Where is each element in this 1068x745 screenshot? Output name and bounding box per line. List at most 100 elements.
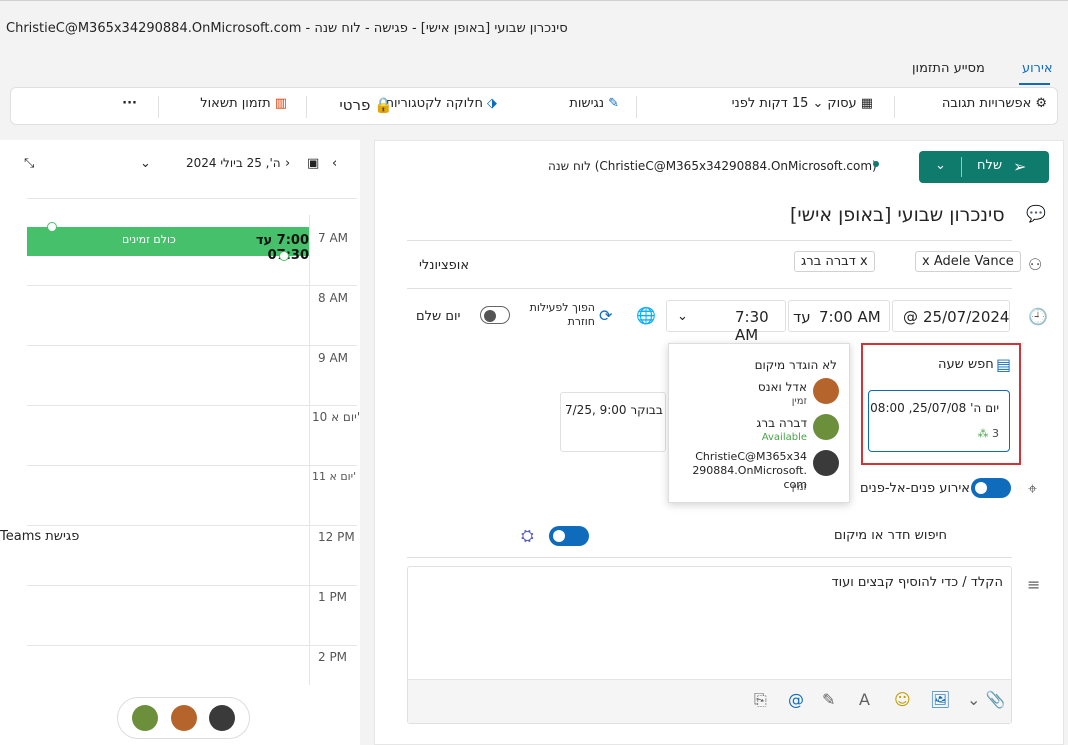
avatar: [813, 378, 839, 404]
event-time: 7:00 עד 07:30: [255, 233, 309, 263]
divider: [961, 157, 962, 177]
attendee-chip[interactable]: דברה ברג x: [794, 251, 875, 272]
format-toolbar: [408, 679, 1011, 723]
all-day-toggle[interactable]: [480, 306, 510, 324]
grid-line: [27, 405, 357, 406]
tab-bar: אירוע מסייע התזמון: [0, 58, 1068, 82]
avatar: [171, 705, 197, 731]
resize-handle[interactable]: [47, 222, 57, 232]
remove-icon[interactable]: x: [922, 254, 930, 269]
grid-line: [27, 198, 357, 199]
tab-scheduling-assistant[interactable]: מסייע התזמון: [912, 61, 985, 76]
text-lines-icon: ≡: [1027, 575, 1041, 594]
divider: [407, 557, 1012, 558]
title-bar: ChristieC@M365x34290884.OnMicrosoft.com …: [0, 0, 1068, 58]
divider: [894, 96, 895, 118]
avatar: [813, 414, 839, 440]
mention-icon[interactable]: @: [788, 690, 804, 709]
accessibility-icon: ✎: [608, 96, 619, 111]
calendar-color-dot: [873, 161, 879, 167]
hour-label: 9 AM: [318, 351, 349, 365]
lock-icon: 🔒: [374, 96, 393, 114]
calendar-selector[interactable]: לוח שנה (ChristieC@M365x34290884.OnMicro…: [548, 159, 877, 173]
availability-popup: לא הוגדר מיקום אדל ואנס זמין דברה ברג Av…: [668, 343, 850, 503]
start-date-field[interactable]: 25/07/2024 @: [892, 300, 1010, 332]
expand-icon[interactable]: ⤡: [24, 156, 34, 171]
event-availability: כולם זמינים: [122, 233, 176, 246]
attach-icon[interactable]: ⌄ 📎: [967, 690, 1005, 709]
draw-icon[interactable]: ✎: [822, 690, 835, 709]
busy-icon: ▦: [860, 96, 873, 111]
suggested-time-slot[interactable]: יום ה' 25/07/08, 08:00 3 ⁂: [868, 390, 1010, 452]
person-status: זמין: [791, 482, 807, 493]
prev-day-button[interactable]: ‹: [332, 156, 337, 171]
divider: [407, 240, 1012, 241]
globe-icon[interactable]: 🌐: [636, 306, 656, 325]
scheduling-poll-button[interactable]: ▥ תזמון תשאול: [200, 96, 287, 111]
in-person-toggle[interactable]: [971, 478, 1011, 498]
next-day-button[interactable]: ›: [285, 156, 290, 171]
format-text-icon[interactable]: A: [859, 690, 870, 709]
divider: [306, 96, 307, 118]
repeat-icon[interactable]: ⟳: [599, 306, 612, 325]
categorize-button[interactable]: ⬗ חלוקה לקטגוריות: [385, 96, 497, 111]
chat-icon: 💬: [1026, 204, 1046, 223]
teams-meeting-label: Teams פגישת: [0, 529, 80, 544]
tab-event[interactable]: אירוע: [1022, 61, 1053, 76]
sliders-icon: ⚙: [1035, 96, 1047, 111]
all-day-label: יום שלם: [416, 309, 461, 324]
hour-label: 12 PM: [318, 530, 355, 544]
image-icon[interactable]: 🖼: [930, 690, 950, 709]
active-tab-indicator: [1019, 83, 1050, 85]
send-button[interactable]: ⌄ שלח ➢: [919, 151, 1049, 183]
hour-label: 2 PM: [318, 650, 348, 664]
event-body-editor[interactable]: הקלד / כדי להוסיף קבצים ועוד: [407, 566, 1012, 724]
attendee-avatars[interactable]: [117, 697, 250, 739]
person-name: ChristieC@M365x34290884.OnMicrosoft.com: [692, 450, 807, 491]
location-icon: ⌖: [1028, 479, 1038, 498]
emoji-icon[interactable]: ☺: [894, 690, 911, 709]
grid-line: [27, 465, 357, 466]
avatar: [132, 705, 158, 731]
tag-icon: ⬗: [487, 96, 497, 111]
divider: [158, 96, 159, 118]
grid-line: [27, 285, 357, 286]
person-status: זמין: [791, 396, 807, 407]
remove-icon[interactable]: x: [860, 254, 868, 269]
person-name: דברה ברג: [756, 416, 807, 430]
event-title-input[interactable]: סינכרון שבועי [באופן אישי]: [790, 204, 1005, 226]
room-search-input[interactable]: חיפוש חדר או מיקום: [834, 528, 947, 543]
divider: [636, 96, 637, 118]
resize-handle[interactable]: [279, 251, 289, 261]
hour-label: 7 AM: [318, 231, 349, 245]
hour-label: 10 יום א': [312, 410, 361, 424]
busy-status-button[interactable]: ▦ עסוק ⌄ 15 דקות לפני: [732, 96, 873, 111]
accessibility-button[interactable]: ✎ נגישות: [569, 96, 619, 111]
teams-toggle[interactable]: [549, 526, 589, 546]
calendar-search-icon: ▤: [996, 355, 1012, 374]
divider: [407, 288, 1012, 289]
no-location-text: לא הוגדר מיקום: [754, 358, 837, 372]
window-title: ChristieC@M365x34290884.OnMicrosoft.com …: [6, 21, 568, 36]
response-options-button[interactable]: ⚙ אפשרויות תגובה: [942, 96, 1047, 111]
send-label: שלח: [977, 158, 1003, 173]
calendar-event-block[interactable]: כולם זמינים 7:00 עד 07:30: [27, 227, 309, 263]
hour-label: 11 יום א': [312, 470, 357, 483]
available-count: 3 ⁂: [977, 427, 1000, 440]
loop-icon[interactable]: ⎘: [754, 690, 767, 710]
people-icon: ⚇: [1028, 255, 1043, 274]
attendee-chip[interactable]: x Adele Vance: [915, 251, 1021, 272]
today-icon[interactable]: ▣: [307, 156, 319, 171]
find-time-label: חפש שעה: [938, 357, 994, 372]
more-options-button[interactable]: ···: [122, 96, 137, 111]
grid-line: [27, 645, 357, 646]
chevron-down-icon[interactable]: ⌄: [140, 156, 151, 171]
end-time-field[interactable]: 7:30 AM ⌄: [666, 300, 786, 344]
private-button[interactable]: 🔒 פרטי: [339, 96, 393, 114]
poll-icon: ▥: [274, 96, 287, 111]
grid-line: [27, 585, 357, 586]
until-label: עד: [793, 308, 811, 326]
optional-attendees-button[interactable]: אופציונלי: [419, 258, 469, 273]
ribbon-toolbar: ⚙ אפשרויות תגובה ▦ עסוק ⌄ 15 דקות לפני ✎…: [10, 87, 1058, 125]
alt-time-slot[interactable]: 7/25, 9:00 בבוקר: [560, 392, 666, 452]
